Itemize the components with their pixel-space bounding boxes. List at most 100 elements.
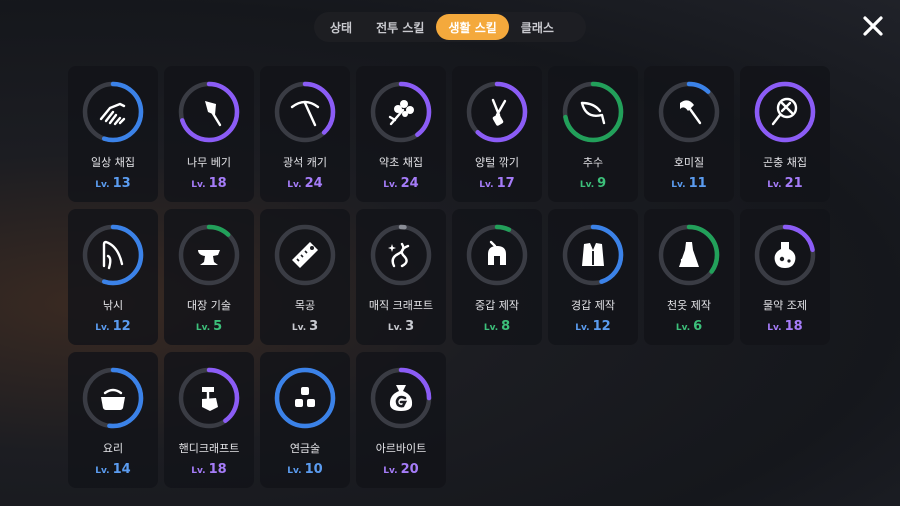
skill-name: 목공 — [294, 299, 316, 312]
level-prefix: Lv. — [387, 323, 403, 333]
skill-card-20[interactable]: 아르바이트 Lv. 20 — [356, 352, 446, 488]
level-value: 18 — [208, 176, 227, 191]
level-value: 9 — [597, 176, 607, 191]
level-value: 21 — [784, 176, 803, 191]
pot-icon — [101, 388, 125, 410]
level-value: 5 — [213, 319, 223, 334]
helmet-icon — [488, 240, 506, 265]
level-prefix: Lv. — [95, 180, 110, 190]
skill-card-12[interactable]: 매직 크래프트 Lv. 3 — [356, 209, 446, 345]
anvil-icon — [198, 250, 220, 265]
saw-icon — [292, 242, 318, 268]
skill-card-3[interactable]: 광석 캐기 Lv. 24 — [260, 66, 350, 202]
level-prefix: Lv. — [671, 180, 686, 190]
skill-name: 핸디크래프트 — [178, 442, 240, 455]
hoe-icon — [680, 100, 702, 125]
level-value: 11 — [688, 176, 707, 191]
level-prefix: Lv. — [575, 323, 590, 333]
axe-icon — [205, 101, 222, 127]
skill-card-11[interactable]: 목공 Lv. 3 — [260, 209, 350, 345]
skill-name: 경갑 제작 — [571, 299, 615, 312]
level-prefix: Lv. — [383, 180, 398, 190]
skill-card-16[interactable]: 물약 조제 Lv. 18 — [740, 209, 830, 345]
level-prefix: Lv. — [287, 466, 302, 476]
herb-icon — [388, 100, 414, 126]
skill-card-17[interactable]: 요리 Lv. 14 — [68, 352, 158, 488]
sickle-icon — [580, 101, 606, 125]
skill-name: 일상 채집 — [91, 156, 135, 169]
level-value: 3 — [309, 319, 319, 334]
skill-name: 물약 조제 — [763, 299, 807, 312]
level-value: 18 — [208, 462, 227, 477]
skill-level: Lv. 3 — [356, 319, 446, 334]
hand-hammer-icon — [202, 387, 218, 411]
skill-card-10[interactable]: 대장 기술 Lv. 5 — [164, 209, 254, 345]
skill-name: 곤충 채집 — [763, 156, 807, 169]
level-prefix: Lv. — [483, 323, 499, 333]
level-prefix: Lv. — [579, 180, 595, 190]
skill-card-6[interactable]: 추수 Lv. 9 — [548, 66, 638, 202]
close-icon[interactable] — [862, 15, 884, 37]
skill-name: 호미질 — [673, 156, 705, 169]
skill-name: 약초 채집 — [379, 156, 423, 169]
skill-card-1[interactable]: 일상 채집 Lv. 13 — [68, 66, 158, 202]
skill-level: Lv. 3 — [260, 319, 350, 334]
skill-level: Lv. 20 — [356, 462, 446, 477]
skill-card-8[interactable]: 곤충 채집 Lv. 21 — [740, 66, 830, 202]
level-value: 18 — [784, 319, 803, 334]
skill-level: Lv. 11 — [644, 176, 734, 191]
skill-name: 나무 베기 — [187, 156, 231, 169]
skill-card-7[interactable]: 호미질 Lv. 11 — [644, 66, 734, 202]
skill-level: Lv. 10 — [260, 462, 350, 477]
skill-card-5[interactable]: 양털 깎기 Lv. 17 — [452, 66, 542, 202]
tab-combat-skills[interactable]: 전투 스킬 — [364, 14, 436, 40]
level-prefix: Lv. — [195, 323, 211, 333]
skill-card-13[interactable]: 중갑 제작 Lv. 8 — [452, 209, 542, 345]
skill-level: Lv. 18 — [164, 176, 254, 191]
skill-level: Lv. 13 — [68, 176, 158, 191]
level-value: 12 — [112, 319, 131, 334]
skill-level: Lv. 12 — [68, 319, 158, 334]
level-value: 17 — [496, 176, 515, 191]
skill-name: 추수 — [582, 156, 604, 169]
level-prefix: Lv. — [479, 180, 494, 190]
level-value: 8 — [501, 319, 511, 334]
tab-bar: 상태 전투 스킬 생활 스킬 클래스 — [314, 12, 586, 42]
hand-icon — [99, 102, 126, 126]
tab-class[interactable]: 클래스 — [509, 14, 566, 40]
fishing-rod-icon — [102, 240, 124, 270]
skill-level: Lv. 18 — [164, 462, 254, 477]
skill-card-18[interactable]: 핸디크래프트 Lv. 18 — [164, 352, 254, 488]
skill-card-15[interactable]: 천옷 제작 Lv. 6 — [644, 209, 734, 345]
skill-level: Lv. 5 — [164, 319, 254, 334]
level-prefix: Lv. — [383, 466, 398, 476]
level-value: 24 — [304, 176, 323, 191]
skill-name: 천옷 제작 — [667, 299, 711, 312]
shears-icon — [491, 98, 507, 126]
level-prefix: Lv. — [767, 323, 782, 333]
level-prefix: Lv. — [287, 180, 302, 190]
skill-name: 낚시 — [102, 299, 124, 312]
magic-thread-icon — [388, 242, 410, 268]
tab-status[interactable]: 상태 — [318, 14, 364, 40]
level-value: 13 — [112, 176, 131, 191]
skill-card-9[interactable]: 낚시 Lv. 12 — [68, 209, 158, 345]
level-value: 14 — [112, 462, 131, 477]
skill-card-4[interactable]: 약초 채집 Lv. 24 — [356, 66, 446, 202]
skill-level: Lv. 9 — [548, 176, 638, 191]
level-value: 24 — [400, 176, 419, 191]
skill-level: Lv. 24 — [356, 176, 446, 191]
skill-name: 양털 깎기 — [475, 156, 519, 169]
tab-life-skills[interactable]: 생활 스킬 — [436, 14, 509, 40]
level-value: 10 — [304, 462, 323, 477]
skill-level: Lv. 18 — [740, 319, 830, 334]
net-icon — [771, 97, 798, 126]
dress-icon — [679, 242, 699, 267]
skill-card-19[interactable]: 연금술 Lv. 10 — [260, 352, 350, 488]
skill-level: Lv. 12 — [548, 319, 638, 334]
skill-card-14[interactable]: 경갑 제작 Lv. 12 — [548, 209, 638, 345]
level-prefix: Lv. — [191, 466, 206, 476]
skill-card-2[interactable]: 나무 베기 Lv. 18 — [164, 66, 254, 202]
blocks-icon — [295, 387, 315, 407]
vest-icon — [582, 243, 604, 266]
